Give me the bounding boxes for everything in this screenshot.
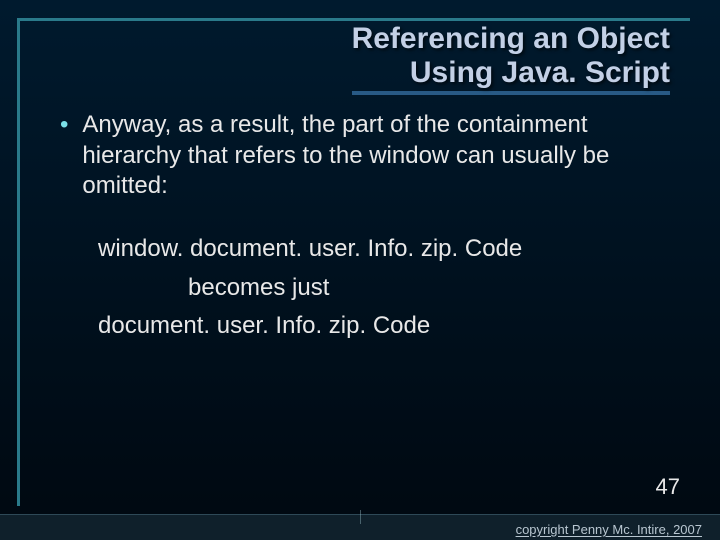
code-line-3: document. user. Info. zip. Code (98, 307, 675, 345)
footer-tick (360, 510, 361, 524)
bullet-dot-icon: • (60, 110, 68, 141)
slide-title: Referencing an Object Using Java. Script (352, 22, 670, 95)
frame-left-rule (17, 18, 20, 506)
title-line-1: Referencing an Object (352, 22, 670, 56)
frame-top-rule (17, 18, 690, 21)
bullet-text: Anyway, as a result, the part of the con… (82, 110, 675, 202)
slide: Referencing an Object Using Java. Script… (0, 0, 720, 540)
code-line-2: becomes just (98, 269, 675, 307)
title-container: Referencing an Object Using Java. Script (50, 22, 670, 95)
copyright-text: copyright Penny Mc. Intire, 2007 (516, 522, 702, 537)
content-area: • Anyway, as a result, the part of the c… (58, 110, 675, 345)
bullet-item: • Anyway, as a result, the part of the c… (58, 110, 675, 202)
title-line-2: Using Java. Script (352, 56, 670, 90)
page-number: 47 (656, 474, 680, 500)
code-example: window. document. user. Info. zip. Code … (98, 230, 675, 345)
code-line-1: window. document. user. Info. zip. Code (98, 230, 675, 268)
